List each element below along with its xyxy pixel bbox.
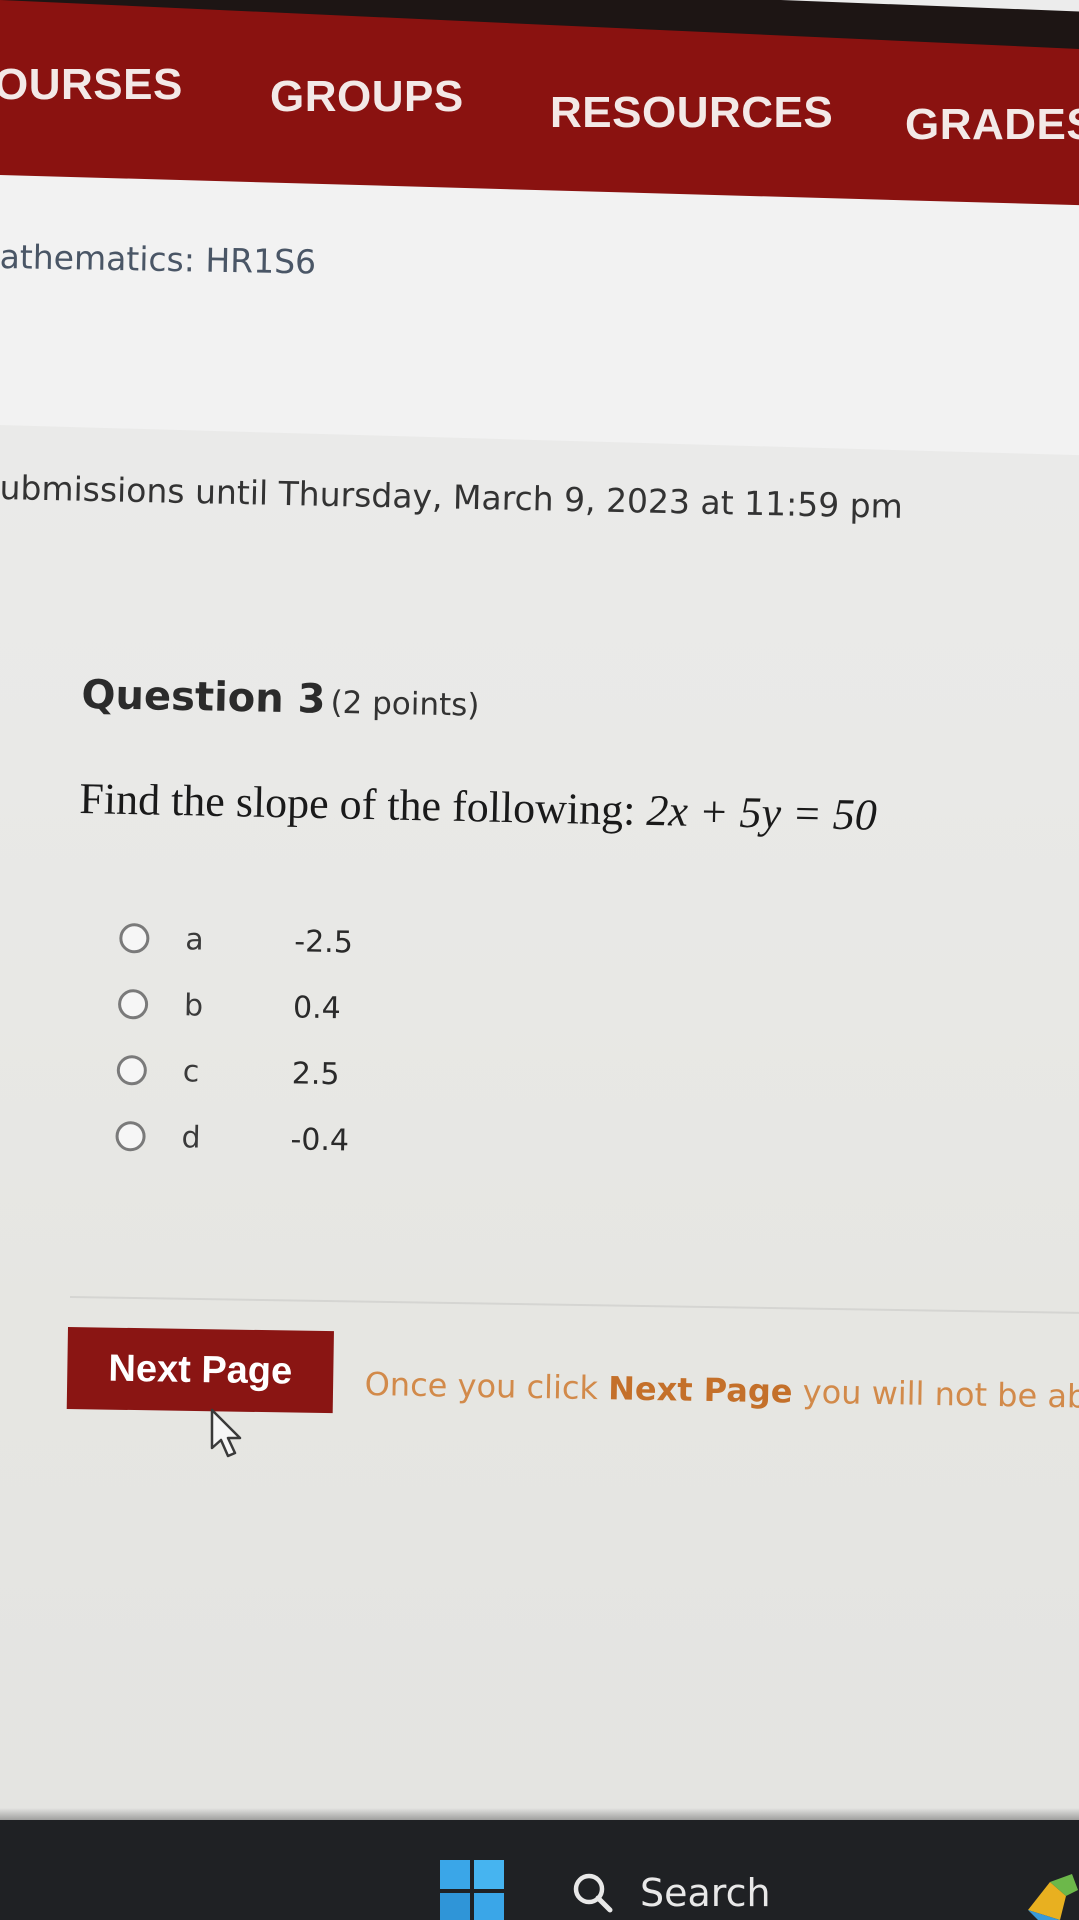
option-letter: c	[182, 1053, 200, 1090]
nav-grades[interactable]: GRADES	[905, 100, 1079, 150]
option-value: -2.5	[293, 923, 354, 960]
next-page-warning: Once you click Next Page you will not be…	[364, 1365, 1079, 1416]
option-letter: d	[181, 1119, 201, 1156]
question-prompt: Find the slope of the following: 2x + 5y…	[79, 773, 877, 841]
search-icon	[573, 1873, 613, 1913]
radio-button[interactable]	[115, 1120, 146, 1152]
radio-button[interactable]	[119, 922, 150, 954]
taskbar	[0, 1820, 1079, 1920]
question-points: (2 points)	[330, 684, 480, 724]
option-value: -0.4	[290, 1121, 350, 1158]
option-letter: b	[183, 987, 204, 1024]
submission-deadline: ubmissions until Thursday, March 9, 2023…	[0, 468, 904, 526]
nav-courses[interactable]: OURSES	[0, 60, 183, 110]
option-c[interactable]: c 2.5	[116, 1037, 340, 1104]
option-value: 2.5	[291, 1055, 340, 1092]
question-prompt-text: Find the slope of the following:	[78, 773, 647, 835]
question-header: Question 3 (2 points)	[81, 672, 480, 726]
warning-suffix: you will not be ab	[792, 1372, 1079, 1416]
radio-button[interactable]	[117, 988, 149, 1020]
nav-groups[interactable]: GROUPS	[270, 72, 464, 122]
section-divider	[69, 1296, 1079, 1315]
option-b[interactable]: b 0.4	[117, 971, 341, 1038]
app-icon[interactable]	[1020, 1870, 1079, 1920]
taskbar-search[interactable]: Search	[570, 1858, 771, 1920]
next-page-button[interactable]: Next Page	[66, 1327, 334, 1414]
warning-prefix: Once you click	[364, 1365, 609, 1408]
course-header-band	[0, 175, 1079, 456]
nav-resources[interactable]: RESOURCES	[550, 88, 833, 138]
search-label: Search	[640, 1871, 771, 1915]
option-letter: a	[185, 921, 205, 958]
windows-start-icon[interactable]	[438, 1858, 506, 1920]
question-title: Question 3	[81, 672, 326, 723]
course-title: athematics: HR1S6	[0, 237, 317, 282]
mouse-pointer-icon	[210, 1408, 242, 1458]
option-value: 0.4	[292, 989, 342, 1026]
warning-strong: Next Page	[607, 1369, 793, 1411]
screen: OURSES GROUPS RESOURCES GRADES athematic…	[0, 0, 1079, 1920]
option-a[interactable]: a -2.5	[119, 905, 353, 972]
answer-options: a -2.5 b 0.4 c 2.5 d -0.4	[115, 905, 353, 1170]
option-d[interactable]: d -0.4	[115, 1103, 349, 1170]
radio-button[interactable]	[116, 1054, 148, 1086]
question-equation: 2x + 5y = 50	[645, 785, 878, 840]
